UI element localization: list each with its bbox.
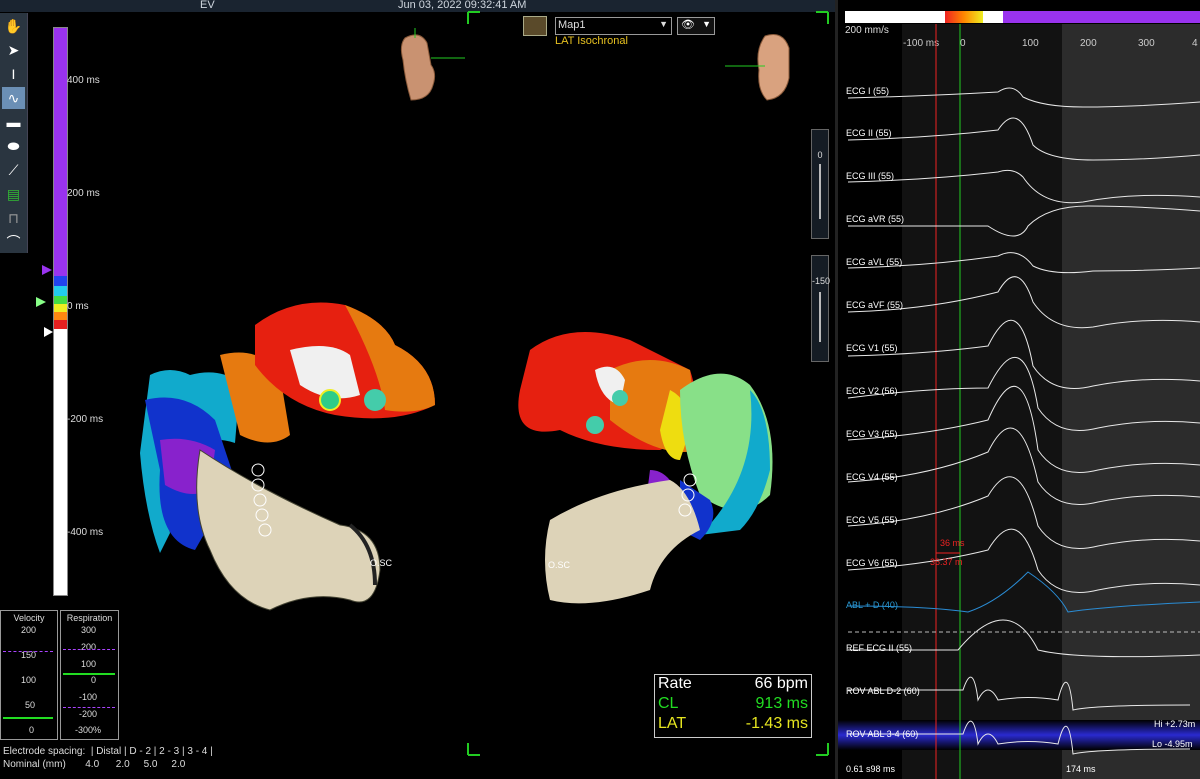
channel-label[interactable]: ECG V1 (55) xyxy=(846,343,898,353)
velocity-title: Velocity xyxy=(13,613,45,623)
channel-label[interactable]: REF ECG II (55) xyxy=(846,643,912,653)
scale-bottom-marker[interactable] xyxy=(44,327,53,337)
channel-label[interactable]: ECG V4 (55) xyxy=(846,472,898,482)
cl-value: 913 ms xyxy=(755,695,808,712)
channel-label[interactable]: ROV ABL D-2 (60) xyxy=(846,686,920,696)
measure-label-top: 36 ms xyxy=(940,538,965,548)
eraser-icon[interactable]: ⟋ xyxy=(2,159,25,181)
respiration-tick: 300 xyxy=(81,625,97,635)
channel-label[interactable]: ECG V5 (55) xyxy=(846,515,898,525)
electrode-spacing-line1: Electrode spacing: | Distal | D - 2 | 2 … xyxy=(3,746,213,757)
respiration-title: Respiration xyxy=(66,613,113,623)
cs-label-left: O.SC xyxy=(370,558,393,568)
hand-icon[interactable]: ✋ xyxy=(2,15,25,37)
orientation-torso-left[interactable] xyxy=(385,28,475,108)
channel-label[interactable]: ECG aVF (55) xyxy=(846,300,903,310)
velocity-tick: 200 xyxy=(21,625,37,635)
respiration-tick: 200 xyxy=(81,642,97,652)
respiration-tick: 100 xyxy=(81,659,97,669)
rate-label: Rate xyxy=(658,675,692,692)
bottom-time-left: 0.61 s98 ms xyxy=(846,764,896,774)
view-label: EV xyxy=(200,0,215,11)
velocity-tick: 100 xyxy=(21,675,37,685)
opacity-value: 0 xyxy=(817,150,823,160)
scale-lo: Lo -4.95m xyxy=(1152,739,1193,749)
cl-label: CL xyxy=(658,695,679,712)
text-cursor-icon[interactable]: I xyxy=(2,63,25,85)
channel-label[interactable]: ROV ABL 3-4 (60) xyxy=(846,729,918,739)
bottom-time-mid: 174 ms xyxy=(1066,764,1096,774)
tool-palette: ✋ ➤ I ∿ ▬ ⬬ ⟋ ▤ ⊓ ⌒ xyxy=(0,13,28,253)
cs-label-right: O.SC xyxy=(548,560,571,570)
layers-icon[interactable]: ▤ xyxy=(2,183,25,205)
scale-tick: -200 ms xyxy=(67,414,104,425)
channel-label[interactable]: ECG II (55) xyxy=(846,128,892,138)
orientation-torso-right[interactable] xyxy=(725,28,815,108)
curve-icon[interactable]: ∿ xyxy=(2,87,25,109)
channel-label[interactable]: ECG V3 (55) xyxy=(846,429,898,439)
respiration-tick: -200 xyxy=(79,709,98,719)
scale-top-marker[interactable] xyxy=(42,265,52,275)
pointer-icon[interactable]: ➤ xyxy=(2,39,25,61)
channel-label[interactable]: ECG V2 (56) xyxy=(846,386,898,396)
respiration-tick: -100 xyxy=(79,692,98,702)
measure-label-bot: 36.37 m xyxy=(930,557,963,567)
catheter-icon[interactable]: ⌒ xyxy=(2,231,25,253)
electrode-spacing-line2: Nominal (mm) 4.0 2.0 5.0 2.0 xyxy=(3,759,186,770)
ellipse-icon[interactable]: ⬬ xyxy=(2,135,25,157)
velocity-tick: 0 xyxy=(29,725,35,735)
lat-map-right[interactable] xyxy=(500,330,800,620)
channel-label[interactable]: ECG aVR (55) xyxy=(846,214,904,224)
respiration-tick: -300% xyxy=(75,725,102,735)
channel-label[interactable]: ABL + D (40) xyxy=(846,600,898,610)
scale-tick: -400 ms xyxy=(67,527,104,538)
rate-readout: Rate 66 bpm CL 913 ms LAT -1.43 ms xyxy=(654,674,812,738)
lat-map-left[interactable] xyxy=(140,295,470,615)
velocity-tick: 50 xyxy=(25,700,36,710)
scale-hi: Hi +2.73m xyxy=(1154,719,1196,729)
threshold-slider[interactable]: -150 xyxy=(811,255,831,362)
respiration-tick: 0 xyxy=(91,675,97,685)
threshold-value: -150 xyxy=(812,276,831,286)
scale-tick: 0 ms xyxy=(67,301,89,312)
lat-color-scale xyxy=(53,27,68,596)
channel-label[interactable]: ECG III (55) xyxy=(846,171,894,181)
ruler-icon[interactable]: ▬ xyxy=(2,111,25,133)
velocity-panel: Velocity 200 150 100 50 0 xyxy=(0,610,58,740)
projection-icon[interactable]: ⊓ xyxy=(2,207,25,229)
opacity-slider[interactable]: 0 xyxy=(811,129,829,239)
channel-label[interactable]: ECG V6 (55) xyxy=(846,558,898,568)
channel-label[interactable]: ECG aVL (55) xyxy=(846,257,902,267)
lat-label: LAT xyxy=(658,715,687,732)
lat-value: -1.43 ms xyxy=(745,715,808,732)
respiration-panel: Respiration 300 200 100 0 -100 -200 -300… xyxy=(60,610,119,740)
channel-label[interactable]: ECG I (55) xyxy=(846,86,889,96)
scale-zero-marker[interactable] xyxy=(36,297,46,307)
rate-value: 66 bpm xyxy=(754,675,808,692)
scale-tick: 200 ms xyxy=(67,188,100,199)
scale-tick: 400 ms xyxy=(67,75,100,86)
